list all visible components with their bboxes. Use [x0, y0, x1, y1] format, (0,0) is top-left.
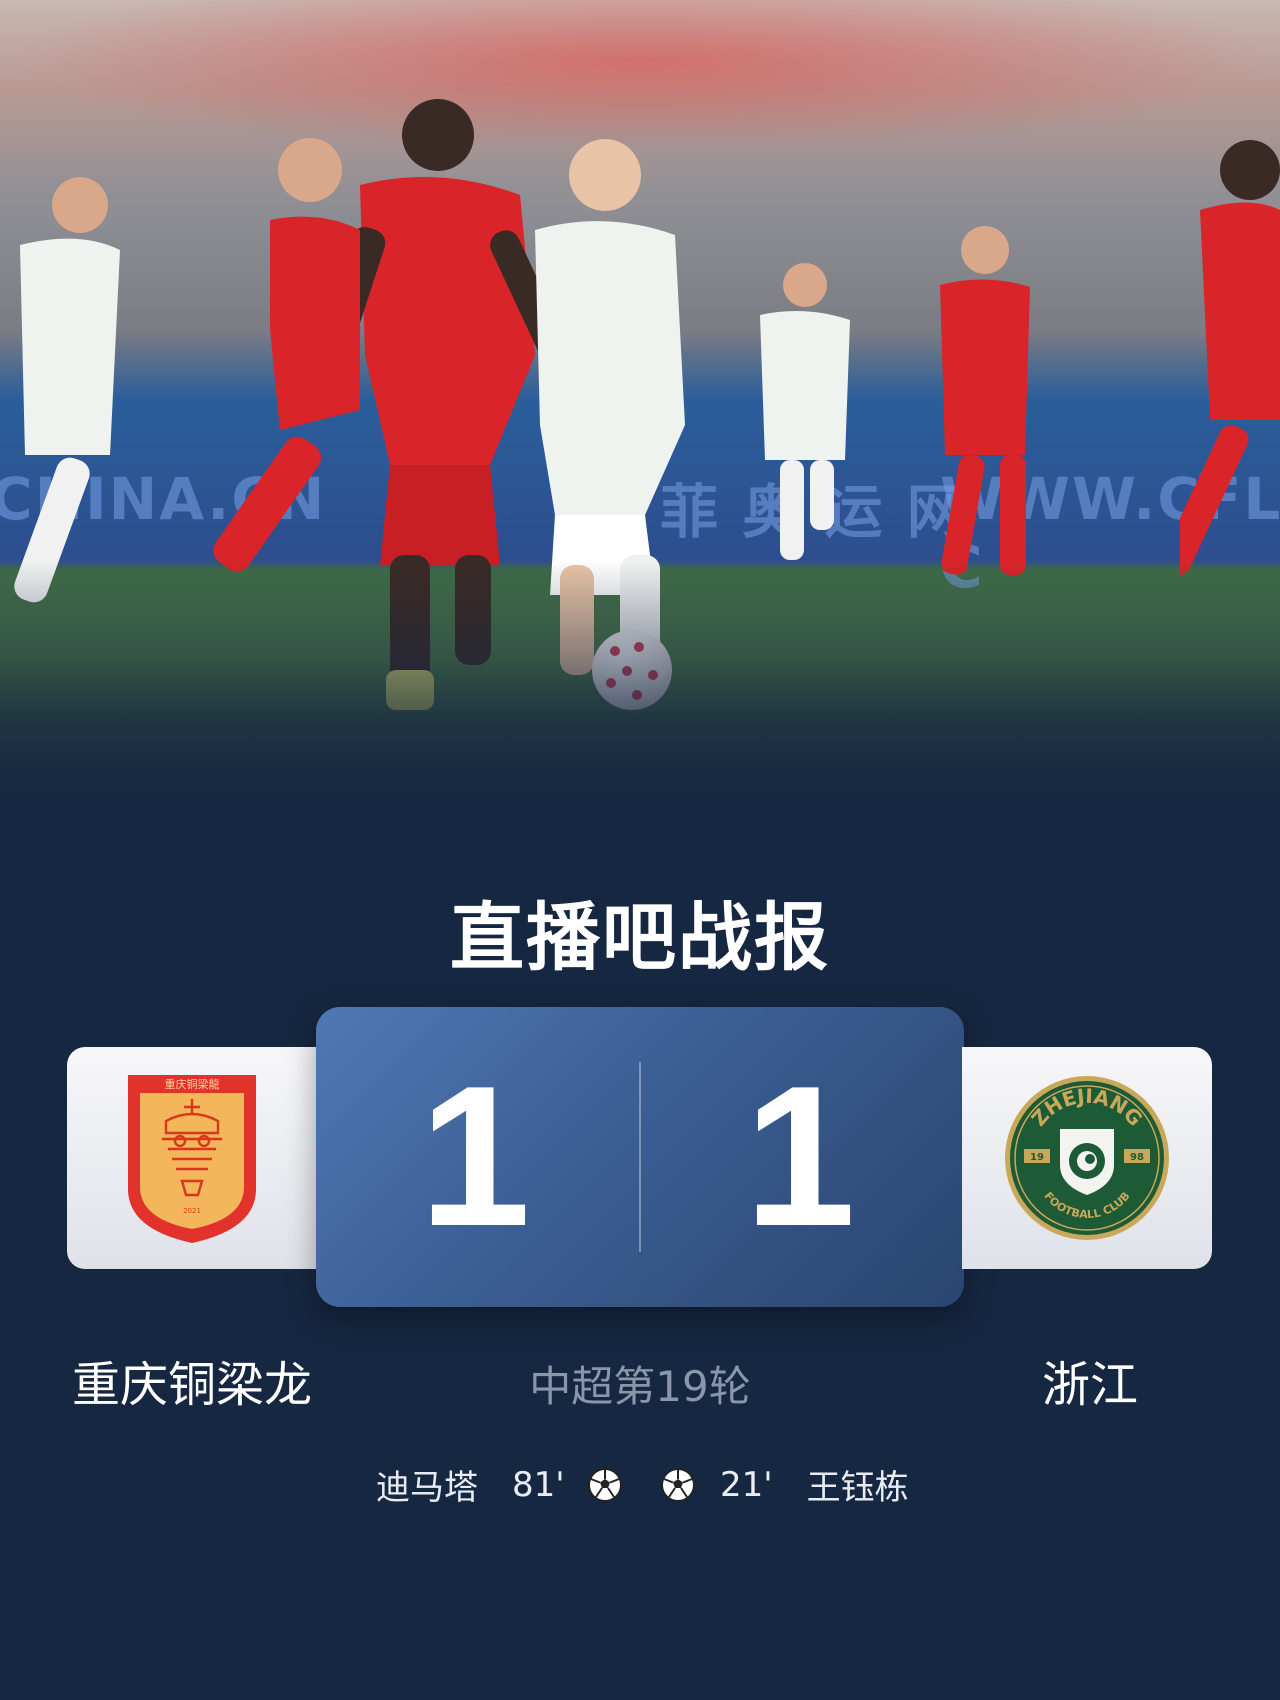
hero-photo: CHINA.CN 菲 奥 运 网 WWW.CFL-C	[0, 0, 1280, 830]
away-scorer-name: 王钰栋	[806, 1468, 909, 1508]
away-scorer-minute: 21'	[720, 1464, 773, 1505]
away-team-crest-card: ZHEJIANG FOOTBALL CLUB 19 98	[962, 1047, 1212, 1269]
soccer-ball-icon	[661, 1467, 695, 1502]
scoreboard: 1 1	[316, 1007, 964, 1307]
player-red-9	[940, 226, 1030, 575]
away-scorer: 21' 王钰栋	[660, 1460, 909, 1509]
away-crest-left: 19	[1030, 1152, 1044, 1163]
player-white-left	[14, 177, 120, 603]
player-red-21	[213, 138, 360, 572]
score-divider	[639, 1062, 641, 1252]
soccer-ball-icon	[587, 1467, 622, 1502]
player-white-mid	[760, 263, 850, 560]
home-scorer-name: 迪马塔	[376, 1468, 478, 1508]
home-crest-year: 2021	[183, 1207, 201, 1215]
home-scorer: 迪马塔 81'	[376, 1460, 623, 1509]
chongqing-crest-icon: 重庆铜梁龍 2021	[128, 1075, 256, 1243]
round-label: 中超第19轮	[529, 1362, 751, 1411]
away-score: 1	[744, 1045, 856, 1268]
zhejiang-crest-icon: ZHEJIANG FOOTBALL CLUB 19 98	[1005, 1076, 1169, 1240]
away-team-name: 浙江	[1042, 1357, 1139, 1413]
player-red-10	[1180, 140, 1280, 575]
brand-title: 直播吧战报	[450, 895, 830, 981]
home-crest-top-text: 重庆铜梁龍	[165, 1077, 220, 1091]
home-team-name: 重庆铜梁龙	[72, 1357, 313, 1413]
home-score: 1	[419, 1045, 531, 1268]
home-team-crest-card: 重庆铜梁龍 2021	[67, 1047, 317, 1269]
away-crest-right: 98	[1130, 1152, 1144, 1163]
hero-fade-overlay	[0, 560, 1280, 830]
home-scorer-minute: 81'	[512, 1464, 565, 1505]
